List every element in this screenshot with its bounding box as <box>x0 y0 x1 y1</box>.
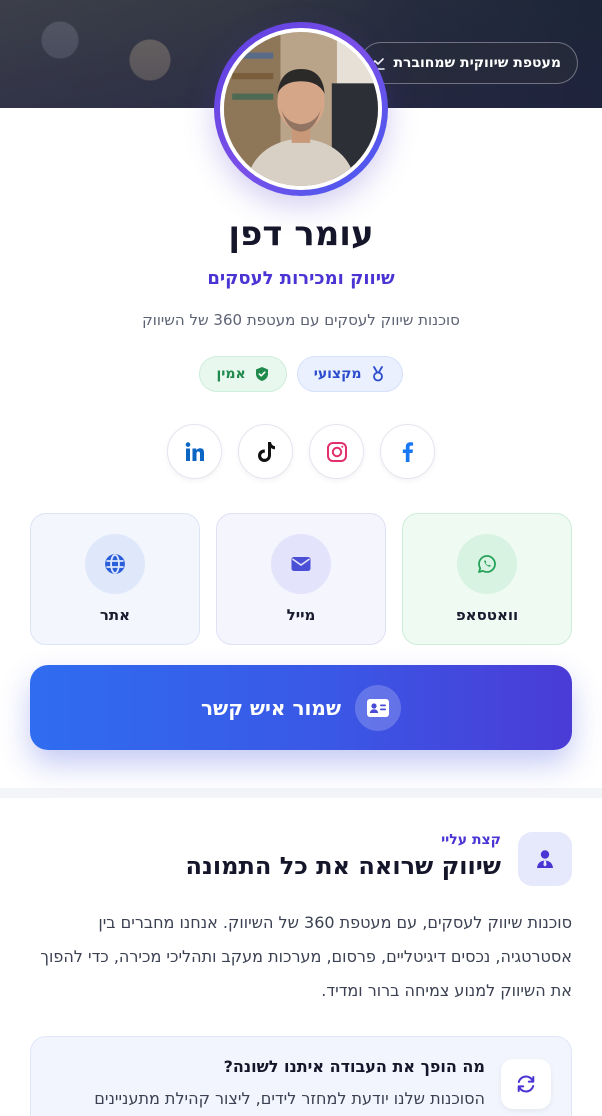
page: מעטפת שיווקית שמחוברת עומר דפן שיווק ומכ… <box>0 0 602 1116</box>
avatar-ring <box>214 22 388 196</box>
linkedin-link[interactable] <box>167 424 222 479</box>
user-tie-icon <box>537 850 553 868</box>
contact-card-icon <box>367 698 390 717</box>
facebook-link[interactable] <box>380 424 435 479</box>
email-label: מייל <box>286 606 316 624</box>
website-button[interactable]: אתר <box>30 513 200 645</box>
social-links <box>0 424 602 479</box>
instagram-link[interactable] <box>309 424 364 479</box>
about-text: סוכנות שיווק לעסקים, עם מעטפת 360 של השי… <box>40 913 572 1000</box>
website-label: אתר <box>99 606 131 624</box>
about-title: שיווק שרואה את כל התמונה <box>185 852 501 880</box>
medal-icon <box>372 366 383 382</box>
tiktok-link[interactable] <box>238 424 293 479</box>
about-kicker: קצת עליי <box>441 832 501 848</box>
save-contact-button[interactable]: שמור איש קשר <box>30 665 572 750</box>
about-icon-box <box>518 832 572 886</box>
info-box: מה הופך את העבודה איתנו לשונה? הסוכנות ש… <box>30 1036 572 1116</box>
linkedin-icon <box>185 441 204 461</box>
dashboard-pill-label: מעטפת שיווקית שמחוברת <box>393 55 561 71</box>
whatsapp-icon <box>478 555 496 573</box>
dashboard-pill-button[interactable]: מעטפת שיווקית שמחוברת <box>360 42 578 84</box>
profile-photo <box>224 32 378 186</box>
profile-card: עומר דפן שיווק ומכירות לעסקים סוכנות שיו… <box>0 22 602 788</box>
instagram-icon <box>326 441 347 462</box>
badge-professional-label: מקצועי <box>313 366 362 382</box>
profile-name: עומר דפן <box>228 214 374 254</box>
refresh-icon <box>517 1075 535 1093</box>
globe-icon <box>105 554 125 574</box>
badge-trusted-label: אמין <box>216 366 246 382</box>
info-icon-box <box>501 1059 551 1109</box>
facebook-icon <box>402 441 413 462</box>
contact-actions: וואטסאפ מייל אתר <box>30 513 572 645</box>
whatsapp-button[interactable]: וואטסאפ <box>402 513 572 645</box>
email-button[interactable]: מייל <box>216 513 386 645</box>
badge-professional: מקצועי <box>296 356 403 392</box>
whatsapp-label: וואטסאפ <box>455 606 519 624</box>
tiktok-icon <box>257 441 275 462</box>
mail-icon <box>291 557 311 571</box>
badge-trusted: אמין <box>199 356 287 392</box>
info-title: מה הופך את העבודה איתנו לשונה? <box>223 1057 485 1076</box>
info-text: הסוכנות שלנו יודעת למחזר לידים, ליצור קה… <box>94 1089 485 1108</box>
save-contact-label: שמור איש קשר <box>200 695 342 720</box>
about-section: קצת עליי שיווק שרואה את כל התמונה סוכנות… <box>0 798 602 1116</box>
avatar <box>224 32 378 186</box>
shield-check-icon <box>255 367 268 381</box>
profile-description: סוכנות שיווק לעסקים עם מעטפת 360 של השיו… <box>142 311 460 329</box>
profile-title: שיווק ומכירות לעסקים <box>207 268 395 289</box>
badges: מקצועי אמין <box>0 356 602 392</box>
